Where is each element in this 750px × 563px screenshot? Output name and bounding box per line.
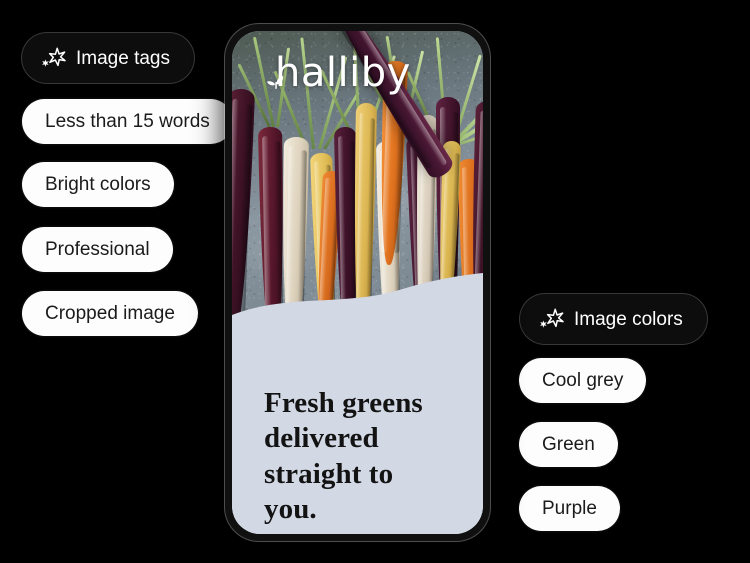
phone-screen: halliby Fresh greens delivered straight … xyxy=(232,31,483,534)
color-pill[interactable]: Purple xyxy=(519,486,620,531)
sparkle-icon xyxy=(41,46,67,70)
color-pill[interactable]: Cool grey xyxy=(519,358,647,403)
sprout-leaf-icon xyxy=(264,71,290,97)
tag-pill[interactable]: Professional xyxy=(22,227,173,272)
color-label: Purple xyxy=(542,498,597,519)
tag-label: Cropped image xyxy=(45,303,175,324)
tag-label: Bright colors xyxy=(45,174,151,195)
sparkle-icon xyxy=(539,307,565,331)
promo-headline: Fresh greens delivered straight to you. xyxy=(264,387,423,526)
tag-pill[interactable]: Cropped image xyxy=(22,291,198,336)
image-tags-header-pill[interactable]: Image tags xyxy=(22,33,194,83)
tag-label: Professional xyxy=(45,239,150,260)
wave-divider xyxy=(232,273,483,341)
color-label: Cool grey xyxy=(542,370,624,391)
color-label: Green xyxy=(542,434,595,455)
image-tags-header-label: Image tags xyxy=(76,47,170,69)
image-colors-header-label: Image colors xyxy=(574,308,683,330)
tag-label: Less than 15 words xyxy=(45,111,210,132)
promo-panel: Fresh greens delivered straight to you. … xyxy=(232,341,483,534)
screenshot-canvas: Image tags Less than 15 words Bright col… xyxy=(0,0,750,563)
phone-mockup: halliby Fresh greens delivered straight … xyxy=(225,24,490,541)
tag-pill[interactable]: Less than 15 words xyxy=(22,99,233,144)
brand-logo: halliby xyxy=(264,53,411,93)
image-colors-header-pill[interactable]: Image colors xyxy=(520,294,707,344)
brand-name: halliby xyxy=(275,50,411,96)
hero-photo: halliby xyxy=(232,31,483,341)
color-pill[interactable]: Green xyxy=(519,422,618,467)
tag-pill[interactable]: Bright colors xyxy=(22,162,174,207)
